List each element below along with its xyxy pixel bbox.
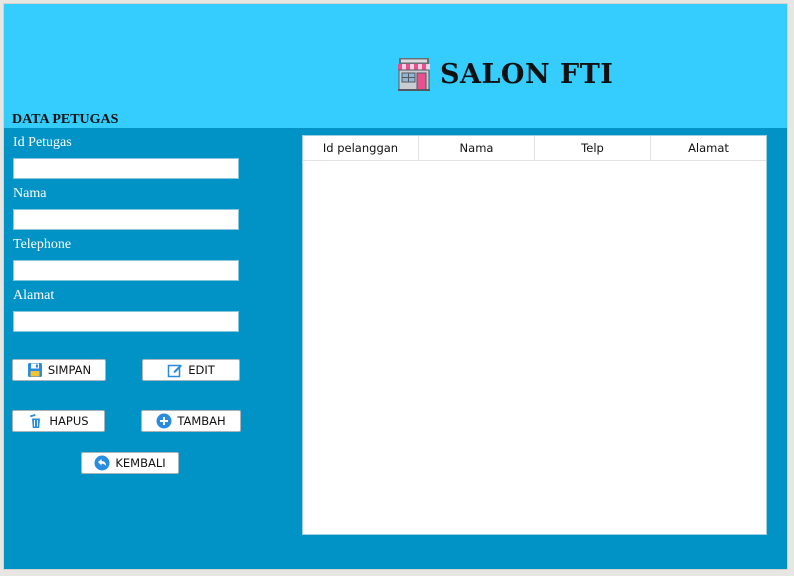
kembali-button-label: KEMBALI <box>115 456 166 470</box>
column-header-telp[interactable]: Telp <box>535 136 651 160</box>
table-header: Id pelanggan Nama Telp Alamat <box>303 136 766 161</box>
shop-icon <box>398 58 430 91</box>
column-header-alamat[interactable]: Alamat <box>651 136 766 160</box>
hapus-button[interactable]: HAPUS <box>12 410 105 432</box>
id-petugas-input[interactable] <box>13 158 239 179</box>
edit-button-label: EDIT <box>188 363 215 377</box>
pelanggan-table[interactable]: Id pelanggan Nama Telp Alamat <box>302 135 767 535</box>
hapus-button-label: HAPUS <box>49 414 89 428</box>
back-arrow-icon <box>94 455 110 471</box>
tambah-button[interactable]: TAMBAH <box>141 410 241 432</box>
nama-input[interactable] <box>13 209 239 230</box>
application-window: SALON FTI DATA PETUGAS Id Petugas Nama T… <box>3 3 788 570</box>
alamat-input[interactable] <box>13 311 239 332</box>
table-body[interactable] <box>303 161 766 534</box>
kembali-button[interactable]: KEMBALI <box>81 452 179 474</box>
section-title: DATA PETUGAS <box>12 112 119 127</box>
alamat-label: Alamat <box>13 288 55 303</box>
brand: SALON FTI <box>396 56 613 92</box>
column-header-id-pelanggan[interactable]: Id pelanggan <box>303 136 419 160</box>
header-banner: SALON FTI DATA PETUGAS <box>4 4 787 128</box>
simpan-button[interactable]: SIMPAN <box>12 359 106 381</box>
telephone-input[interactable] <box>13 260 239 281</box>
floppy-disk-icon <box>27 363 42 377</box>
tambah-button-label: TAMBAH <box>177 414 226 428</box>
column-header-nama[interactable]: Nama <box>419 136 535 160</box>
edit-icon <box>167 364 183 378</box>
app-title: SALON FTI <box>440 58 614 90</box>
plus-circle-icon <box>156 413 172 429</box>
simpan-button-label: SIMPAN <box>47 363 92 377</box>
edit-button[interactable]: EDIT <box>142 359 240 381</box>
trash-icon <box>30 414 41 428</box>
nama-label: Nama <box>13 186 47 201</box>
telephone-label: Telephone <box>13 237 72 252</box>
id-petugas-label: Id Petugas <box>13 135 72 150</box>
